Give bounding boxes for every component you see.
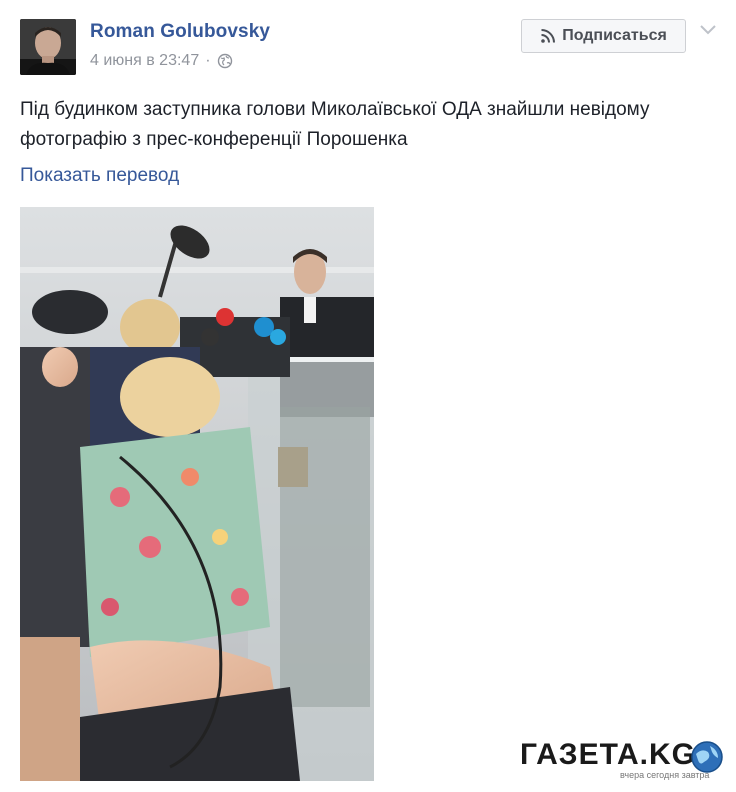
post-photo[interactable] (20, 207, 374, 781)
author-name-link[interactable]: Roman Golubovsky (90, 21, 270, 43)
facebook-post: Roman Golubovsky 4 июня в 23:47 · Подпис… (0, 0, 736, 792)
chevron-down-icon[interactable] (698, 22, 718, 38)
watermark-globe-icon (691, 741, 723, 773)
watermark-logo: ГАЗЕТА.KG (520, 738, 697, 771)
post-meta: 4 июня в 23:47 · (90, 52, 233, 70)
subscribe-label: Подписаться (562, 27, 667, 44)
subscribe-button[interactable]: Подписаться (521, 19, 686, 53)
meta-separator: · (205, 52, 211, 69)
post-timestamp[interactable]: 4 июня в 23:47 (90, 52, 199, 70)
watermark: ГАЗЕТА.KG вчера сегодня завтра (520, 738, 730, 784)
author-avatar[interactable] (20, 19, 76, 75)
rss-icon (541, 29, 556, 43)
press-conference-photo (20, 207, 374, 781)
show-translation-link[interactable]: Показать перевод (20, 165, 179, 187)
globe-icon[interactable] (217, 53, 233, 69)
avatar-portrait (20, 19, 76, 75)
post-text: Під будинком заступника голови Миколаївс… (20, 99, 650, 150)
